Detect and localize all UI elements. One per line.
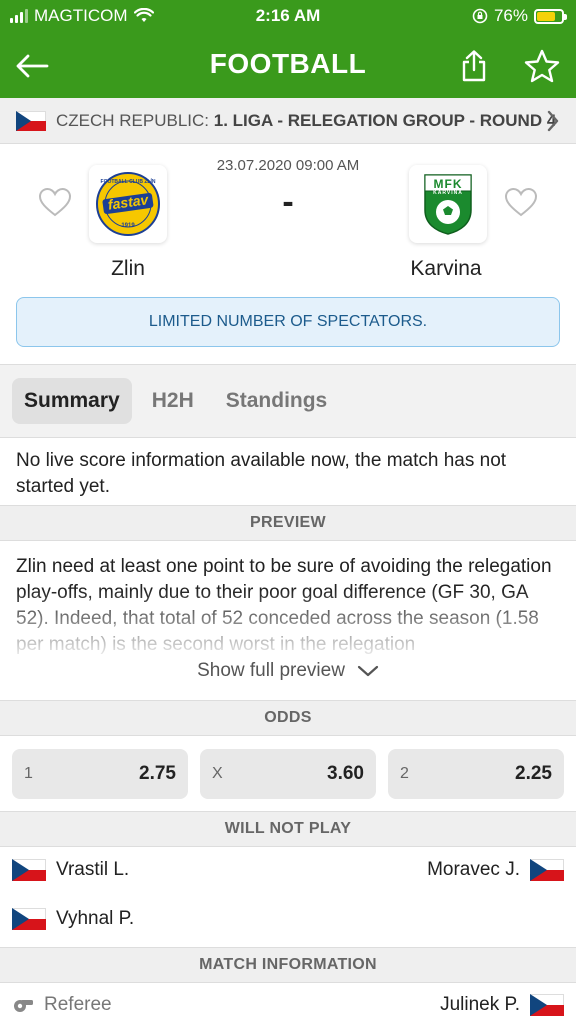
match-score: - <box>282 183 294 221</box>
odds-draw-button[interactable]: X 3.60 <box>200 749 376 799</box>
czech-flag-icon <box>530 859 564 881</box>
league-row[interactable]: CZECH REPUBLIC: 1. LIGA - RELEGATION GRO… <box>0 98 576 144</box>
share-button[interactable] <box>452 44 496 88</box>
referee-label: Referee <box>44 994 112 1015</box>
odds-away-button[interactable]: 2 2.25 <box>388 749 564 799</box>
show-full-preview-label: Show full preview <box>197 660 345 681</box>
odds-heading: ODDS <box>0 700 576 736</box>
chevron-down-icon <box>357 665 379 677</box>
away-team-logo[interactable]: MFK KARVINÁ <box>409 165 487 243</box>
referee-label-group: Referee <box>12 994 112 1016</box>
match-datetime: 23.07.2020 09:00 AM <box>216 157 360 174</box>
orientation-lock-icon <box>472 8 488 24</box>
league-label: CZECH REPUBLIC: 1. LIGA - RELEGATION GRO… <box>56 111 556 131</box>
league-competition: 1. LIGA - RELEGATION GROUP - ROUND 4 <box>213 110 557 130</box>
absent-player-away[interactable]: Moravec J. <box>427 859 564 881</box>
spectators-notice: LIMITED NUMBER OF SPECTATORS. <box>16 297 560 347</box>
status-bar: MAGTICOM 2:16 AM 76% <box>0 0 576 34</box>
league-country: CZECH REPUBLIC: <box>56 110 214 130</box>
odds-key: 1 <box>24 765 33 782</box>
match-information-heading: MATCH INFORMATION <box>0 947 576 983</box>
karvina-logo-text: MFK <box>433 177 463 191</box>
battery-percent: 76% <box>493 6 528 25</box>
chevron-right-icon <box>547 110 559 132</box>
odds-value: 3.60 <box>327 763 364 784</box>
whistle-icon <box>14 1000 33 1012</box>
away-team-name[interactable]: Karvina <box>366 257 526 281</box>
tab-standings[interactable]: Standings <box>214 378 340 424</box>
zlin-logo-year: 1919 <box>121 223 135 229</box>
share-icon <box>462 50 486 82</box>
match-tabs: Summary H2H Standings <box>0 364 576 438</box>
karvina-logo-sub: KARVINÁ <box>433 190 463 196</box>
tab-summary[interactable]: Summary <box>12 378 132 424</box>
odds-value: 2.75 <box>139 763 176 784</box>
odds-key: X <box>212 765 223 782</box>
preview-heading: PREVIEW <box>0 505 576 541</box>
show-full-preview-button[interactable]: Show full preview <box>0 656 576 686</box>
status-right: 76% <box>472 6 567 26</box>
favorite-match-button[interactable] <box>520 44 564 88</box>
favorite-away-button[interactable] <box>504 187 538 222</box>
player-name: Vyhnal P. <box>56 908 135 929</box>
czech-flag-icon <box>16 110 46 131</box>
tab-h2h[interactable]: H2H <box>140 378 206 424</box>
czech-flag-icon <box>12 908 46 930</box>
odds-row: 1 2.75 X 3.60 2 2.25 <box>0 737 576 811</box>
heart-icon <box>504 187 538 217</box>
absent-player-home[interactable]: Vyhnal P. <box>12 908 134 930</box>
absent-player-home[interactable]: Vrastil L. <box>12 859 129 881</box>
home-team-name[interactable]: Zlin <box>48 257 208 281</box>
czech-flag-icon <box>12 859 46 881</box>
player-name: Vrastil L. <box>56 859 130 880</box>
app-header: FOOTBALL <box>0 34 576 98</box>
odds-value: 2.25 <box>515 763 552 784</box>
will-not-play-heading: WILL NOT PLAY <box>0 811 576 847</box>
referee-name-group[interactable]: Julinek P. <box>440 994 564 1016</box>
star-icon <box>524 49 560 83</box>
match-header: 23.07.2020 09:00 AM fastav FOOTBALL CLUB… <box>0 145 576 363</box>
preview-fade <box>0 590 576 662</box>
live-info-text: No live score information available now,… <box>0 438 576 510</box>
battery-icon <box>534 8 567 24</box>
odds-home-button[interactable]: 1 2.75 <box>12 749 188 799</box>
czech-flag-icon <box>530 994 564 1016</box>
referee-row: Referee Julinek P. <box>0 986 576 1024</box>
referee-name: Julinek P. <box>440 994 520 1015</box>
player-name: Moravec J. <box>427 859 520 880</box>
odds-key: 2 <box>400 765 409 782</box>
